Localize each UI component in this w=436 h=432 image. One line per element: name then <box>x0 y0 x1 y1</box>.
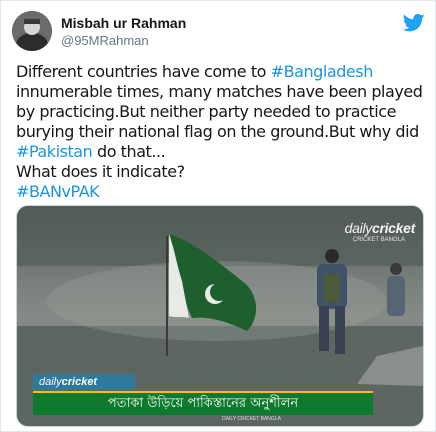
tweet-text-part: What does it indicate? <box>16 162 185 181</box>
author-name[interactable]: Misbah ur Rahman <box>61 15 186 31</box>
author-handle[interactable]: @95MRahman <box>61 33 149 48</box>
tweet-card[interactable]: Misbah ur Rahman @95MRahman Different co… <box>0 0 436 432</box>
hashtag-link[interactable]: #Bangladesh <box>271 62 374 81</box>
avatar[interactable] <box>12 11 52 51</box>
tweet-media[interactable]: dailycricket CRICKET BANGLA dailycricket… <box>16 205 424 427</box>
video-caption: পতাকা উড়িয়ে পাকিস্তানের অনুশীলন <box>33 391 373 415</box>
twitter-bird-icon[interactable] <box>402 13 425 33</box>
media-watermark-sub: CRICKET BANGLA <box>352 237 405 243</box>
media-watermark: dailycricket <box>344 220 416 236</box>
tweet-text-part: innumerable times, many matches have bee… <box>16 82 423 141</box>
hashtag-link[interactable]: #Pakistan <box>16 142 93 161</box>
hashtag-link[interactable]: #BANvPAK <box>16 182 100 201</box>
channel-logo: dailycricket <box>33 374 135 390</box>
tweet-text-part: Different countries have come to <box>16 62 271 81</box>
caption-sub: DAILY CRICKET BANGLA <box>222 416 281 422</box>
tweet-text: Different countries have come to #Bangla… <box>16 62 426 202</box>
tweet-text-part: do that... <box>92 142 166 161</box>
